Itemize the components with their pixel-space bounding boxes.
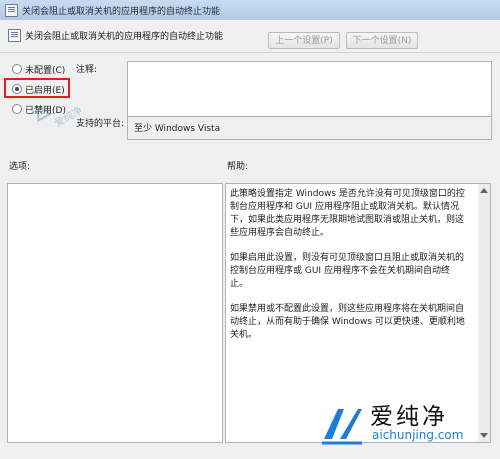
supported-platform-label: 支持的平台: xyxy=(76,119,125,129)
radio-label: 未配置(C) xyxy=(25,66,66,76)
policy-window-icon xyxy=(5,4,18,17)
supported-platform-value: 至少 Windows Vista xyxy=(134,124,221,134)
help-label: 帮助: xyxy=(227,162,249,172)
supported-platform-field: 至少 Windows Vista xyxy=(127,116,492,140)
help-paragraph: 此策略设置指定 Windows 是否允许没有可见顶级窗口的控制台应用程序和 GU… xyxy=(230,189,465,238)
watermark: 爱纯净 aichunjing.com xyxy=(318,395,496,455)
scroll-up-arrow-icon[interactable] xyxy=(480,188,488,193)
header-divider xyxy=(0,52,500,53)
radio-button-icon[interactable] xyxy=(12,103,22,114)
policy-title: 关闭会阻止或取消关机的应用程序的自动终止功能 xyxy=(25,32,224,42)
policy-setting-icon xyxy=(8,29,21,42)
window-title: 关闭会阻止或取消关机的应用程序的自动终止功能 xyxy=(22,7,221,17)
radio-button-icon[interactable] xyxy=(12,63,22,74)
header-row: 关闭会阻止或取消关机的应用程序的自动终止功能 上一个设置(P) 下一个设置(N) xyxy=(0,20,500,49)
options-pane xyxy=(7,183,223,443)
title-bar: 关闭会阻止或取消关机的应用程序的自动终止功能 xyxy=(0,0,500,21)
help-paragraph: 如果启用此设置，则没有可见顶级窗口且阻止或取消关机的控制台应用程序或 GUI 应… xyxy=(230,253,465,289)
radio-not-configured[interactable]: 未配置(C) xyxy=(12,63,65,77)
watermark-brand-en: aichunjing.com xyxy=(372,428,464,442)
help-paragraph: 如果禁用或不配置此设置，则这些应用程序将在关机期间自动终止，从而有助于确保 Wi… xyxy=(230,304,465,340)
help-text: 此策略设置指定 Windows 是否允许没有可见顶级窗口的控制台应用程序和 GU… xyxy=(230,188,466,354)
options-label: 选项: xyxy=(9,162,31,172)
watermark-brand-cn: 爱纯净 xyxy=(370,404,448,430)
previous-setting-button[interactable]: 上一个设置(P) xyxy=(268,32,340,49)
dialog-content: 关闭会阻止或取消关机的应用程序的自动终止功能 上一个设置(P) 下一个设置(N)… xyxy=(0,20,500,459)
watermark-logo-icon xyxy=(322,409,362,445)
next-setting-button[interactable]: 下一个设置(N) xyxy=(346,32,418,49)
comment-textarea[interactable] xyxy=(127,61,492,118)
comment-label: 注释: xyxy=(76,65,98,75)
